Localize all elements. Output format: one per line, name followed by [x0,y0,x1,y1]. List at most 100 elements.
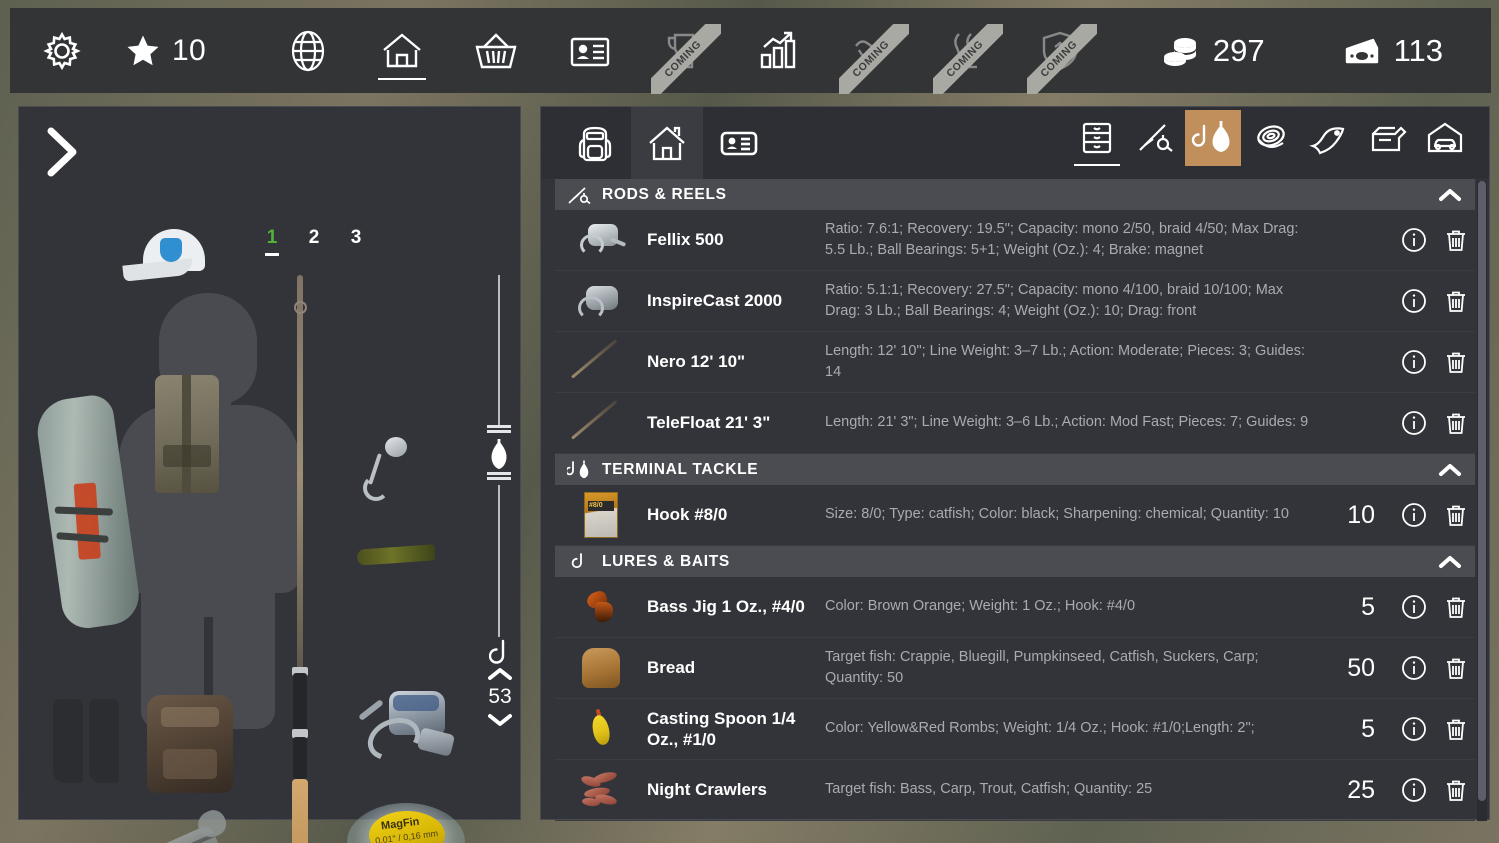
equipped-soft-worm[interactable] [357,544,436,565]
info-icon[interactable] [1401,716,1427,742]
currency-group: 297 113 [1162,33,1491,69]
coins-icon [1162,35,1200,67]
info-icon[interactable] [1401,655,1427,681]
item-description: Target fish: Crappie, Bluegill, Pumpkins… [825,647,1323,689]
nav-leaderboard[interactable]: COMING [938,20,994,82]
item-quantity: 5 [1323,715,1375,744]
gear-icon[interactable] [40,29,84,73]
scrollbar-thumb[interactable] [1478,181,1486,801]
chevron-down-icon[interactable] [487,712,513,727]
chevron-up-icon[interactable] [1435,460,1465,480]
trash-icon[interactable] [1443,288,1469,314]
rig-line-lower [498,485,500,637]
section-header-terminal-tackle[interactable]: TERMINAL TACKLE [555,454,1475,485]
trash-icon[interactable] [1443,410,1469,436]
tab-backpack[interactable] [559,107,631,179]
tab-home[interactable] [631,107,703,179]
bills-counter[interactable]: 113 [1343,33,1443,69]
item-thumbnail [555,703,647,755]
equipped-backpack[interactable] [147,695,233,793]
trash-icon[interactable] [1443,594,1469,620]
table-row[interactable]: Fellix 500 Ratio: 7.6:1; Recovery: 19.5"… [555,210,1475,271]
coins-counter[interactable]: 297 [1162,33,1265,69]
item-name: Bread [647,657,825,678]
nav-globe[interactable] [280,20,336,82]
loadout-tab-3[interactable]: 3 [349,227,363,253]
chevron-up-icon[interactable] [487,667,513,682]
loadout-tab-2[interactable]: 2 [307,227,321,253]
jig-head-ball [385,437,407,457]
category-garage[interactable] [1417,110,1473,166]
section-title: RODS & REELS [602,186,1435,204]
rod-guide [294,301,307,314]
category-terminal-tackle[interactable] [1185,110,1241,166]
trash-icon[interactable] [1443,349,1469,375]
nav-home[interactable] [374,20,430,82]
inventory-view-tabs [541,107,775,179]
bread-thumb [582,648,620,688]
item-thumbnail [555,397,647,449]
nav-shop[interactable] [468,20,524,82]
category-lines[interactable] [1243,110,1299,166]
equipped-reel[interactable] [355,685,459,783]
table-row[interactable]: #8/0 Hook #8/0 Size: 8/0; Type: catfish;… [555,485,1475,546]
float-icon[interactable] [490,439,508,471]
table-row[interactable]: Bass Jig 1 Oz., #4/0 Color: Brown Orange… [555,577,1475,638]
category-storage[interactable] [1069,110,1125,166]
chevron-right-icon[interactable] [37,121,85,183]
bills-value: 113 [1394,33,1443,69]
nav-tournaments[interactable]: COMING [656,20,712,82]
item-thumbnail: #8/0 [555,489,647,541]
equipped-vest[interactable] [155,375,219,493]
table-row[interactable]: Night Crawlers Target fish: Bass, Carp, … [555,760,1475,821]
item-description: Length: 21' 3"; Line Weight: 3–6 Lb.; Ac… [825,412,1323,433]
loadout-tabs: 1 2 3 [265,227,363,256]
table-row[interactable]: TeleFloat 21' 3" Length: 21' 3"; Line We… [555,393,1475,454]
equipped-jig-head[interactable] [359,437,415,507]
nav-profile[interactable] [562,20,618,82]
info-icon[interactable] [1401,410,1427,436]
equipped-feeder-cage[interactable] [126,799,253,843]
info-icon[interactable] [1401,288,1427,314]
item-description: Size: 8/0; Type: catfish; Color: black; … [825,504,1323,525]
inventory-panel: RODS & REELS Fellix 500 Ratio: 7.6:1; Re… [540,106,1490,820]
chevron-up-icon[interactable] [1435,185,1465,205]
table-row[interactable]: InspireCast 2000 Ratio: 5.1:1; Recovery:… [555,271,1475,332]
info-icon[interactable] [1401,349,1427,375]
section-header-rods-and-reels[interactable]: RODS & REELS [555,179,1475,210]
rod-reel-icon [567,184,592,206]
trash-icon[interactable] [1443,227,1469,253]
item-actions [1375,349,1475,375]
section-header-lures-and-baits[interactable]: LURES & BAITS [555,546,1475,577]
category-rods-and-reels[interactable] [1127,110,1183,166]
info-icon[interactable] [1401,777,1427,803]
trash-icon[interactable] [1443,655,1469,681]
info-icon[interactable] [1401,227,1427,253]
nav-friends[interactable]: COMING [844,20,900,82]
table-row[interactable]: Nero 12' 10" Length: 12' 10"; Line Weigh… [555,332,1475,393]
chevron-up-icon[interactable] [1435,552,1465,572]
equipped-boots[interactable] [51,699,121,785]
trash-icon[interactable] [1443,716,1469,742]
trash-icon[interactable] [1443,502,1469,528]
trash-icon[interactable] [1443,777,1469,803]
info-icon[interactable] [1401,594,1427,620]
section-title: TERMINAL TACKLE [602,461,1435,479]
category-lures[interactable] [1301,110,1357,166]
tab-profile[interactable] [703,107,775,179]
nav-clubs[interactable]: COMING [1032,20,1088,82]
loadout-tab-1[interactable]: 1 [265,227,279,256]
equipped-rod[interactable] [291,275,309,843]
item-name: TeleFloat 21' 3" [647,412,825,433]
equipped-line-spool[interactable]: MagFin 0,01" / 0,16 mm 492 [347,803,465,843]
info-icon[interactable] [1401,502,1427,528]
category-tackle-box[interactable] [1359,110,1415,166]
nav-statistics[interactable] [750,20,806,82]
table-row[interactable]: Bread Target fish: Crappie, Bluegill, Pu… [555,638,1475,699]
star-counter[interactable]: 10 [126,34,206,68]
inventory-list: RODS & REELS Fellix 500 Ratio: 7.6:1; Re… [541,179,1489,821]
equipped-cap[interactable] [129,229,217,285]
table-row[interactable]: Casting Spoon 1/4 Oz., #1/0 Color: Yello… [555,699,1475,760]
inventory-scrollbar[interactable] [1477,181,1487,821]
item-description: Color: Yellow&Red Rombs; Weight: 1/4 Oz.… [825,718,1323,739]
